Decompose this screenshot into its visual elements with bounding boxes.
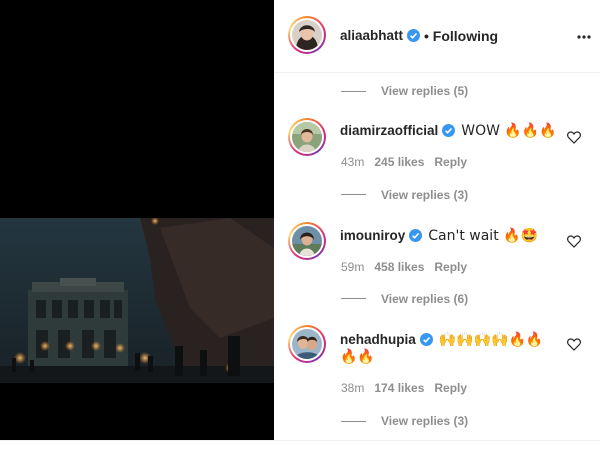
- verified-badge-icon: [409, 229, 423, 242]
- comment-likes[interactable]: 245 likes: [374, 155, 424, 169]
- author-photo: [292, 20, 322, 50]
- following-status[interactable]: • Following: [424, 28, 498, 44]
- comment-text: WOW 🔥🔥🔥: [461, 123, 557, 139]
- commenter-photo: [292, 122, 322, 152]
- verified-badge-icon: [419, 333, 433, 346]
- commenter-avatar[interactable]: [288, 118, 326, 156]
- movie-still-image: [0, 218, 274, 383]
- comment-text-continued: 🔥🔥: [340, 349, 375, 365]
- comment-time[interactable]: 38m: [341, 381, 364, 395]
- commenter-avatar[interactable]: [288, 325, 326, 363]
- view-replies-button[interactable]: View replies (6): [381, 292, 468, 306]
- commenter-photo: [292, 329, 322, 359]
- comment-meta: 59m 458 likes Reply: [341, 260, 477, 274]
- comment-body: diamirzaofficial WOW 🔥🔥🔥: [340, 120, 557, 141]
- commenter-username[interactable]: diamirzaofficial: [340, 123, 438, 138]
- author-name-row: aliaabhatt: [340, 27, 421, 45]
- view-replies-button[interactable]: View replies (3): [381, 188, 468, 202]
- comment-meta: 43m 245 likes Reply: [341, 155, 477, 169]
- commenter-username[interactable]: imouniroy: [340, 228, 405, 243]
- reply-button[interactable]: Reply: [434, 381, 467, 395]
- comment-likes[interactable]: 458 likes: [374, 260, 424, 274]
- comment-body: imouniroy Can't wait 🔥🤩: [340, 225, 538, 246]
- video-frame[interactable]: [0, 218, 274, 383]
- comments-panel: aliaabhatt • Following View replies (5) …: [274, 0, 600, 440]
- heart-icon[interactable]: [567, 235, 581, 248]
- replies-divider-line: [341, 298, 366, 299]
- heart-icon[interactable]: [567, 338, 581, 351]
- comment-time[interactable]: 43m: [341, 155, 364, 169]
- replies-divider-line: [341, 91, 366, 92]
- commenter-avatar[interactable]: [288, 222, 326, 260]
- replies-divider-line: [341, 421, 366, 422]
- replies-divider-line: [341, 194, 366, 195]
- heart-icon[interactable]: [567, 131, 581, 144]
- view-replies-button[interactable]: View replies (3): [381, 414, 468, 428]
- verified-badge-icon: [442, 124, 456, 137]
- more-options-icon[interactable]: [576, 34, 592, 40]
- author-username[interactable]: aliaabhatt: [340, 28, 403, 43]
- commenter-photo: [292, 226, 322, 256]
- comment-text: Can't wait 🔥🤩: [428, 228, 539, 244]
- comment-likes[interactable]: 174 likes: [374, 381, 424, 395]
- comment-meta: 38m 174 likes Reply: [341, 381, 477, 395]
- reply-button[interactable]: Reply: [434, 260, 467, 274]
- author-avatar[interactable]: [288, 16, 326, 54]
- commenter-username[interactable]: nehadhupia: [340, 332, 416, 347]
- comment-text: 🙌🙌🙌🙌🔥🔥: [438, 332, 544, 348]
- action-bar-edge: [0, 440, 600, 450]
- post-media[interactable]: [0, 0, 274, 440]
- verified-badge-icon: [407, 29, 421, 42]
- comment-time[interactable]: 59m: [341, 260, 364, 274]
- reply-button[interactable]: Reply: [434, 155, 467, 169]
- post-header: aliaabhatt • Following: [274, 0, 600, 73]
- view-replies-button[interactable]: View replies (5): [381, 84, 468, 98]
